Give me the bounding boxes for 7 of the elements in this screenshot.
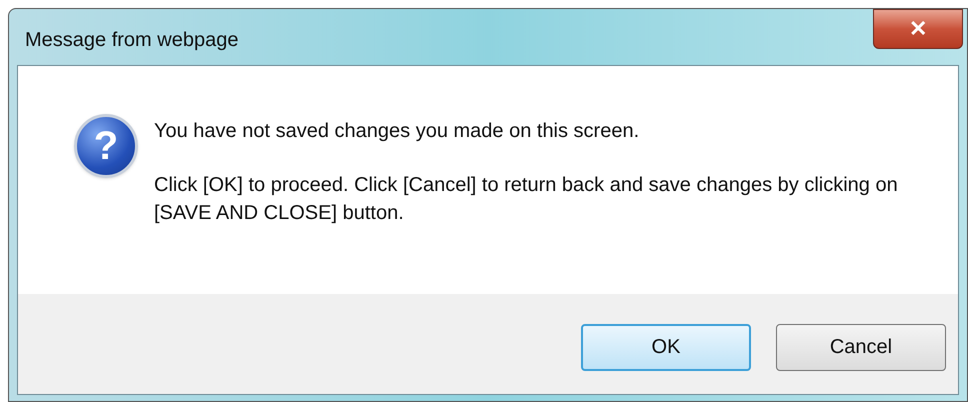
dialog-button[interactable]: OK (581, 324, 751, 370)
window-title: Message from webpage (25, 28, 238, 53)
message-text: You have not saved changes you made on this screen. (154, 119, 640, 144)
question-icon: ? (74, 114, 138, 178)
close-button[interactable]: ✕ (873, 9, 963, 49)
message-text: Click [OK] to proceed. Click [Cancel] to return back and save changes by clicking on [SAVE AND CLOSE] button. (154, 173, 899, 226)
dialog-button[interactable]: Cancel (776, 324, 946, 370)
